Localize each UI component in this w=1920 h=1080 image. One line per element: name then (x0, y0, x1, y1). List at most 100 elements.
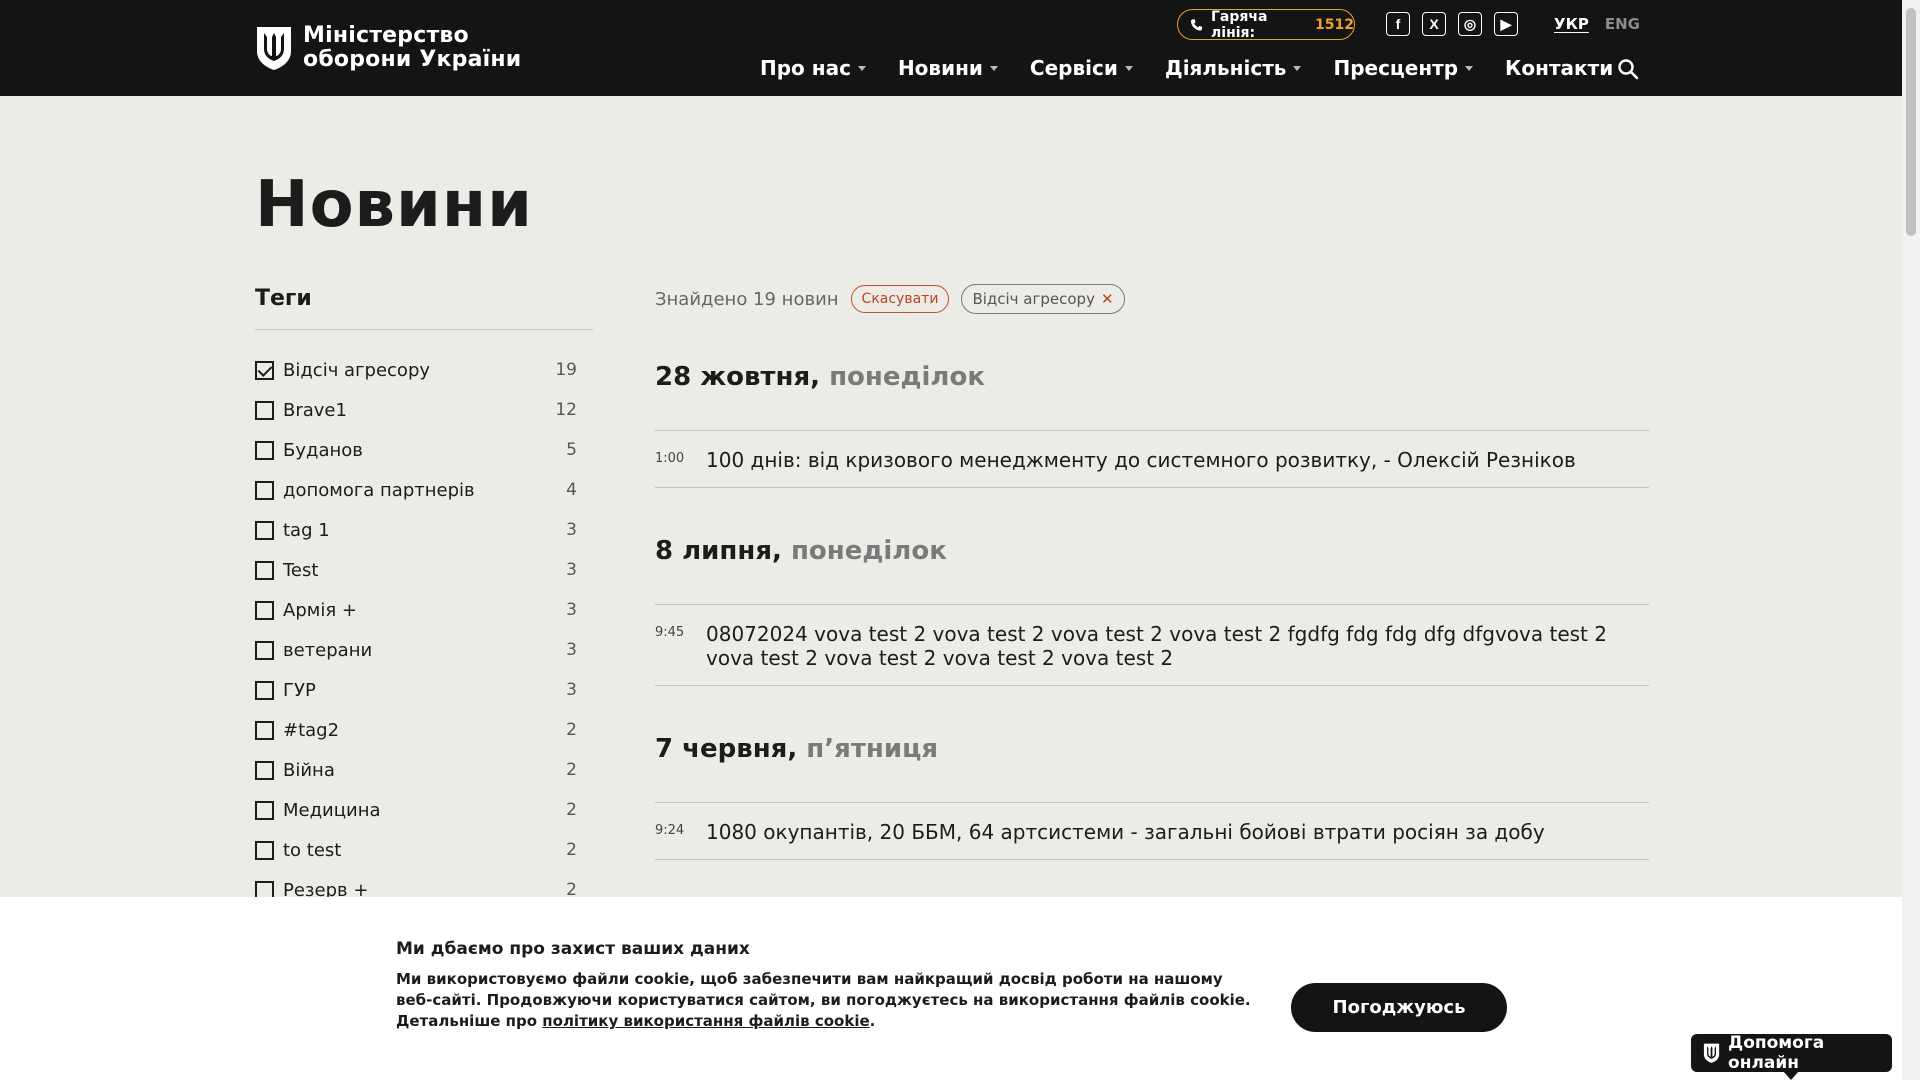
trident-logo-icon (1703, 1043, 1720, 1063)
tag-label: Brave1 (283, 399, 347, 421)
cookie-text: Ми використовуємо файли cookie, щоб забе… (396, 969, 1256, 1032)
divider (255, 329, 593, 330)
search-icon[interactable] (1616, 57, 1640, 81)
news-title-link[interactable]: 1080 окупантів, 20 ББМ, 64 артсистеми - … (706, 820, 1649, 859)
nav-contacts[interactable]: Контакти (1505, 56, 1613, 80)
tag-item[interactable]: допомога партнерів 4 (255, 470, 577, 510)
page-scrollbar[interactable] (1902, 0, 1920, 1080)
scrollbar-thumb[interactable] (1906, 8, 1916, 236)
news-list-item[interactable]: 1:00 100 днів: від кризового менеджменту… (655, 430, 1649, 488)
tag-count: 3 (566, 680, 577, 700)
speech-tail (1783, 1071, 1799, 1080)
tag-item[interactable]: ГУР 3 (255, 670, 577, 710)
nav-services[interactable]: Сервіси (1030, 56, 1133, 80)
checkbox-checked[interactable] (255, 360, 274, 380)
tag-label: Test (283, 559, 319, 581)
date-label: 28 жовтня, (655, 362, 821, 392)
checkbox[interactable] (255, 760, 274, 780)
tag-item[interactable]: tag 1 3 (255, 510, 577, 550)
chevron-down-icon (1293, 65, 1302, 71)
hotline-button[interactable]: Гаряча лінія: 1512 (1177, 9, 1355, 41)
tag-item[interactable]: Армія + 3 (255, 590, 577, 630)
news-time: 9:24 (655, 823, 685, 838)
site-header: Міністерство оборони України Гаряча ліні… (0, 0, 1902, 96)
chevron-down-icon (989, 65, 998, 71)
checkbox[interactable] (255, 640, 274, 660)
tag-item[interactable]: #tag2 2 (255, 710, 577, 750)
agree-button[interactable]: Погоджуюсь (1291, 983, 1507, 1032)
checkbox[interactable] (255, 520, 274, 540)
help-online-button[interactable]: Допомога онлайн (1691, 1033, 1892, 1080)
tag-label: ГУР (283, 679, 316, 701)
weekday-label: понеділок (790, 536, 947, 566)
tag-label: Буданов (283, 439, 363, 461)
cookie-policy-link[interactable]: політику використання файлів cookie (542, 1012, 869, 1030)
nav-about[interactable]: Про нас (760, 56, 866, 80)
checkbox[interactable] (255, 600, 274, 620)
help-online-label: Допомога онлайн (1728, 1033, 1825, 1073)
checkbox[interactable] (255, 440, 274, 460)
cancel-filters-button[interactable]: Скасувати (850, 285, 950, 313)
tag-count: 2 (566, 720, 577, 740)
tag-count: 5 (566, 440, 577, 460)
tags-heading: Теги (255, 286, 312, 311)
site-logo[interactable]: Міністерство оборони України (255, 24, 521, 72)
checkbox[interactable] (255, 800, 274, 820)
tag-item[interactable]: Brave1 12 (255, 390, 577, 430)
tag-item[interactable]: Відсіч агресору 19 (255, 350, 577, 390)
tag-label: tag 1 (283, 519, 330, 541)
date-heading: 7 червня, п’ятниця (655, 734, 938, 764)
tag-count: 19 (555, 360, 577, 380)
checkbox[interactable] (255, 400, 274, 420)
trident-logo-icon (257, 27, 291, 70)
date-heading: 8 липня, понеділок (655, 536, 947, 566)
nav-about-label: Про нас (760, 56, 851, 80)
nav-services-label: Сервіси (1029, 56, 1118, 80)
lang-ukr[interactable]: УКР (1554, 15, 1589, 33)
tag-item[interactable]: to test 2 (255, 830, 577, 870)
close-icon[interactable]: ✕ (1101, 290, 1114, 308)
nav-contacts-label: Контакти (1505, 56, 1614, 80)
social-links: f X ◎ ▶ (1386, 12, 1518, 36)
instagram-icon[interactable]: ◎ (1458, 12, 1482, 36)
news-title-link[interactable]: 08072024 vova test 2 vova test 2 vova te… (706, 622, 1649, 685)
tag-count: 3 (566, 560, 577, 580)
nav-activity[interactable]: Діяльність (1165, 56, 1302, 80)
checkbox[interactable] (255, 560, 274, 580)
lang-eng[interactable]: ENG (1605, 15, 1640, 33)
youtube-icon[interactable]: ▶ (1494, 12, 1518, 36)
tag-label: допомога партнерів (283, 479, 475, 501)
news-time: 9:45 (655, 625, 685, 640)
tag-item[interactable]: Test 3 (255, 550, 577, 590)
tag-item[interactable]: Буданов 5 (255, 430, 577, 470)
tag-count: 3 (566, 600, 577, 620)
nav-press-center-label: Пресцентр (1333, 56, 1459, 80)
cookie-title: Ми дбаємо про захист ваших даних (396, 939, 750, 959)
language-switcher: УКР ENG (1554, 15, 1640, 33)
news-title-link[interactable]: 100 днів: від кризового менеджменту до с… (706, 448, 1649, 487)
active-filter-label: Відсіч агресору (972, 290, 1095, 308)
checkbox[interactable] (255, 480, 274, 500)
date-heading: 28 жовтня, понеділок (655, 362, 985, 392)
page-title: Новини (255, 168, 533, 242)
tag-item[interactable]: Війна 2 (255, 750, 577, 790)
news-list-item[interactable]: 9:45 08072024 vova test 2 vova test 2 vo… (655, 604, 1649, 686)
nav-news-label: Новини (897, 56, 983, 80)
tag-count: 3 (566, 640, 577, 660)
news-list-item[interactable]: 9:24 1080 окупантів, 20 ББМ, 64 артсисте… (655, 802, 1649, 860)
x-twitter-icon[interactable]: X (1422, 12, 1446, 36)
checkbox[interactable] (255, 840, 274, 860)
tag-item[interactable]: ветерани 3 (255, 630, 577, 670)
tag-count: 2 (566, 840, 577, 860)
nav-press-center[interactable]: Пресцентр (1333, 56, 1474, 80)
facebook-icon[interactable]: f (1386, 12, 1410, 36)
checkbox[interactable] (255, 720, 274, 740)
checkbox[interactable] (255, 680, 274, 700)
logo-line-1: Міністерство (303, 23, 469, 48)
nav-news[interactable]: Новини (898, 56, 998, 80)
chevron-down-icon (1465, 65, 1474, 71)
tag-item[interactable]: Медицина 2 (255, 790, 577, 830)
tag-label: Війна (283, 759, 335, 781)
active-filter-chip[interactable]: Відсіч агресору ✕ (961, 284, 1125, 314)
date-label: 8 липня, (655, 536, 782, 566)
